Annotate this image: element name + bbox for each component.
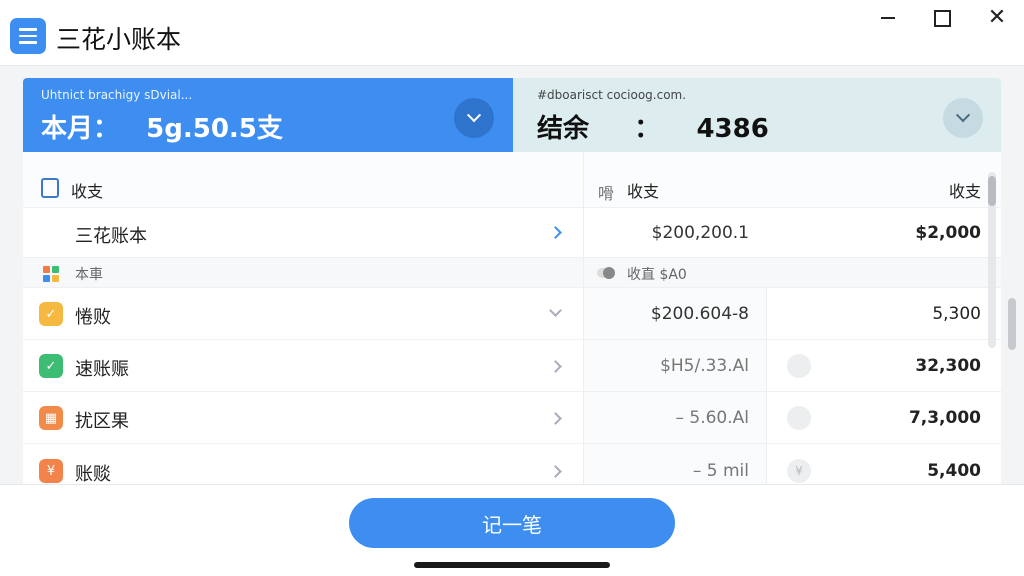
row-label: 三花账本: [75, 226, 147, 247]
column-header-1[interactable]: 收支: [71, 178, 103, 202]
ledger-icon-glyph: 〓: [44, 227, 58, 243]
sub-row-value: 收直 $A0: [627, 267, 687, 283]
document-icon: 嗗: [598, 184, 615, 203]
row-label: 账赕: [75, 464, 111, 485]
row-total: 5,400: [927, 461, 981, 481]
chevron-right-icon[interactable]: [549, 226, 562, 239]
category-icon-glyph: ✓: [45, 306, 57, 322]
currency-dot-icon: ¥: [787, 459, 811, 483]
category-icon-glyph: ▦: [44, 410, 58, 426]
chevron-right-icon[interactable]: [549, 412, 562, 425]
currency-icon-glyph: ¥: [46, 463, 56, 479]
row-amount: $H5/.33.Al: [660, 356, 749, 376]
scrollbar-thumb[interactable]: [988, 176, 996, 206]
chevron-down-icon: [955, 108, 971, 123]
chevron-right-icon[interactable]: [549, 465, 562, 478]
home-indicator[interactable]: [414, 562, 610, 568]
calendar-icon: [41, 178, 59, 198]
ledger-icon: 〓: [39, 221, 63, 245]
category-icon: ▦: [39, 406, 63, 430]
app-title: 三花小账本: [56, 25, 182, 54]
title-bar: 三花小账本 ✕: [0, 0, 1024, 66]
menu-icon[interactable]: [10, 18, 46, 54]
category-icon: ✓: [39, 302, 63, 326]
month-summary-subtitle: Uhtnict brachigy sDvial...: [41, 88, 193, 102]
check-icon-glyph: ✓: [45, 358, 57, 374]
toggle-icon[interactable]: [597, 267, 615, 279]
status-dot-icon: [787, 406, 811, 430]
minimize-button[interactable]: [876, 6, 900, 30]
chevron-down-icon[interactable]: [549, 304, 562, 317]
column-header-2[interactable]: 收支: [627, 178, 659, 202]
chevron-down-icon: [466, 108, 482, 123]
row-label: 惓败: [75, 307, 111, 328]
balance-summary-value: 结余 ： 4386: [537, 114, 769, 144]
row-total: 5,300: [932, 304, 981, 324]
row-amount: – 5 mil: [692, 461, 749, 481]
close-button[interactable]: ✕: [985, 6, 1009, 30]
row-total: 7,3,000: [908, 408, 981, 428]
row-amount: $200.604-8: [650, 304, 749, 324]
grid-icon: [43, 266, 59, 282]
currency-icon: ¥: [39, 459, 63, 483]
row-total: $2,000: [915, 223, 981, 243]
table-row[interactable]: 〓 三花账本 $200,200.1 $2,000: [23, 208, 1001, 258]
currency-dot-glyph: ¥: [795, 464, 803, 478]
sub-row-label: 本車: [75, 267, 103, 283]
sub-header-row: 本車 收直 $A0: [23, 258, 1001, 288]
row-total: 32,300: [915, 356, 981, 376]
row-amount: $200,200.1: [651, 223, 749, 243]
table-header: 收支 嗗 收支 收支: [23, 152, 1001, 208]
ledger-panel: Uhtnict brachigy sDvial... 本月： 5g.50.5支 …: [23, 78, 1001, 498]
column-header-3[interactable]: 收支: [949, 178, 981, 202]
status-dot-icon: [787, 354, 811, 378]
table-row[interactable]: ▦ 扰区果 – 5.60.Al 7,3,000: [23, 392, 1001, 444]
table-row[interactable]: ✓ 速账赈 $H5/.33.Al 32,300: [23, 340, 1001, 392]
balance-expand-button[interactable]: [943, 98, 983, 138]
month-summary-card[interactable]: Uhtnict brachigy sDvial... 本月： 5g.50.5支: [23, 78, 513, 152]
row-label: 速账赈: [75, 359, 129, 380]
row-label: 扰区果: [75, 411, 129, 432]
balance-summary-card[interactable]: #dboarisct cocioog.com. 结余 ： 4386: [513, 78, 1001, 152]
maximize-button[interactable]: [930, 6, 954, 30]
month-expand-button[interactable]: [454, 98, 494, 138]
check-icon: ✓: [39, 354, 63, 378]
balance-summary-subtitle: #dboarisct cocioog.com.: [537, 88, 687, 102]
add-entry-button[interactable]: 记一笔: [349, 498, 675, 548]
row-amount: – 5.60.Al: [675, 408, 749, 428]
chevron-right-icon[interactable]: [549, 360, 562, 373]
month-summary-value: 本月： 5g.50.5支: [41, 114, 283, 144]
table-row[interactable]: ✓ 惓败 $200.604-8 5,300: [23, 288, 1001, 340]
window-scrollbar-thumb[interactable]: [1008, 298, 1016, 350]
